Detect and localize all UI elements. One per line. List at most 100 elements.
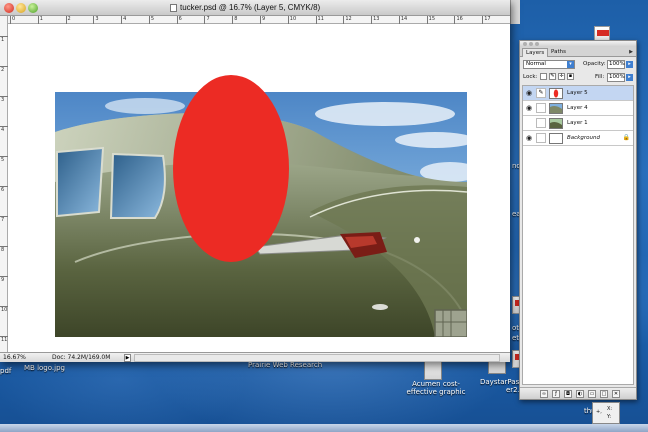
- window-edge: [510, 0, 520, 24]
- link-box[interactable]: [536, 118, 546, 128]
- ruler-tick-label: 11: [1, 337, 8, 343]
- ruler-tick-label: 9: [1, 277, 5, 283]
- lock-icon: 🔒: [622, 134, 630, 141]
- lock-image-checkbox[interactable]: ✎: [549, 73, 556, 80]
- palette-minimize-button[interactable]: [529, 42, 533, 46]
- layer-row[interactable]: ◉ ✎ Layer 5: [523, 86, 633, 101]
- ruler-tick-mark: [148, 16, 150, 24]
- eye-hidden-slot[interactable]: [524, 118, 534, 128]
- ruler-tick-mark: [204, 16, 206, 24]
- link-box[interactable]: [536, 133, 546, 143]
- palette-menu-icon[interactable]: ▶: [628, 49, 634, 55]
- tab-layers[interactable]: Layers: [522, 48, 549, 57]
- info-palette[interactable]: +, X: Y:: [592, 402, 620, 424]
- ruler-tick-label: 2: [1, 67, 5, 73]
- ruler-tick-label: 6: [178, 16, 182, 22]
- ruler-tick-mark: [343, 16, 345, 24]
- eye-icon[interactable]: ◉: [524, 88, 534, 98]
- fill-slider-arrow-icon[interactable]: ▸: [626, 74, 633, 81]
- trash-icon[interactable]: ✕: [612, 390, 620, 398]
- lock-label: Lock:: [523, 74, 538, 80]
- dock[interactable]: [0, 424, 648, 432]
- fill-field[interactable]: 100%: [607, 73, 625, 82]
- layer-row[interactable]: Layer 1: [523, 116, 633, 131]
- red-ellipse-layer[interactable]: [173, 75, 289, 262]
- window-title: tucker.psd @ 16.7% (Layer 5, CMYK/8): [180, 3, 321, 12]
- desktop-file-label[interactable]: pdf: [0, 367, 11, 375]
- palette-close-button[interactable]: [523, 42, 527, 46]
- new-layer-icon[interactable]: □: [600, 390, 608, 398]
- document-size-info: Doc: 74.2M/169.0M: [52, 354, 111, 361]
- minimize-window-button[interactable]: [16, 3, 26, 13]
- layers-list: ◉ ✎ Layer 5 ◉ Layer 4 Layer 1 ◉ Backgrou…: [522, 85, 634, 385]
- ruler-tick-label: 13: [373, 16, 380, 22]
- vertical-ruler[interactable]: 1 2 3 4 5 6 7 8 9 10 11: [0, 16, 8, 352]
- zoom-level-field[interactable]: 16.67%: [3, 354, 29, 362]
- desktop-file-label[interactable]: et: [512, 334, 519, 342]
- ruler-tick-label: 5: [150, 16, 155, 22]
- ruler-tick-mark: [93, 16, 95, 24]
- tab-paths[interactable]: Paths: [548, 48, 569, 57]
- ruler-tick-label: 11: [317, 16, 324, 22]
- desktop-file-label[interactable]: Prairie Web Research: [248, 361, 322, 369]
- status-menu-arrow[interactable]: ▶: [124, 354, 131, 362]
- zoom-window-button[interactable]: [28, 3, 38, 13]
- lock-position-checkbox[interactable]: ✛: [558, 73, 565, 80]
- ruler-tick-mark: [176, 16, 178, 24]
- lock-all-checkbox[interactable]: ▪: [567, 73, 574, 80]
- horizontal-ruler[interactable]: 0 1 2 3 4 5 6 7 8 9 10 11 12 13 14 15 16 17: [8, 16, 510, 24]
- brush-icon[interactable]: ✎: [536, 88, 546, 98]
- layer-row[interactable]: ◉ Background 🔒: [523, 131, 633, 146]
- link-box[interactable]: [536, 103, 546, 113]
- canvas-area[interactable]: [8, 24, 510, 352]
- ruler-tick-label: 2: [67, 16, 71, 22]
- layer-row[interactable]: ◉ Layer 4: [523, 101, 633, 116]
- ruler-tick-label: 1: [1, 37, 5, 43]
- document-proxy-icon[interactable]: [170, 4, 177, 12]
- ruler-tick-label: 4: [123, 16, 127, 22]
- ruler-tick-label: 1: [39, 16, 43, 22]
- ruler-tick-mark: [121, 16, 123, 24]
- adjustment-layer-icon[interactable]: ◐: [576, 390, 584, 398]
- link-layers-icon[interactable]: ∞: [540, 390, 548, 398]
- lock-transparency-checkbox[interactable]: [540, 73, 547, 80]
- layer-thumbnail: [549, 118, 563, 129]
- ruler-tick-label: 5: [1, 157, 5, 163]
- eye-icon[interactable]: ◉: [524, 133, 534, 143]
- horizontal-scrollbar[interactable]: [134, 354, 500, 362]
- ruler-tick-label: 3: [1, 97, 5, 103]
- opacity-field[interactable]: 100%: [607, 60, 625, 69]
- info-crosshair-label: +,: [596, 409, 602, 415]
- ruler-tick-label: 10: [1, 307, 8, 313]
- desktop-file-label[interactable]: ot: [512, 324, 519, 332]
- ruler-tick-mark: [65, 16, 67, 24]
- blend-mode-value: Normal: [526, 61, 546, 67]
- eye-icon[interactable]: ◉: [524, 103, 534, 113]
- window-titlebar[interactable]: tucker.psd @ 16.7% (Layer 5, CMYK/8): [0, 0, 510, 16]
- blend-mode-select[interactable]: Normal ▾: [523, 60, 575, 69]
- info-y-label: Y:: [607, 414, 612, 420]
- ruler-tick-label: 16: [456, 16, 463, 22]
- desktop-file-label[interactable]: DaystarPass er2.p: [480, 378, 524, 394]
- opacity-slider-arrow-icon[interactable]: ▸: [626, 61, 633, 68]
- ruler-tick-mark: [426, 16, 428, 24]
- layer-style-icon[interactable]: ƒ: [552, 390, 560, 398]
- ruler-tick-mark: [232, 16, 234, 24]
- palette-tabs: Layers Paths ▶: [520, 47, 636, 57]
- ruler-tick-label: 4: [1, 127, 5, 133]
- layer-name: Layer 5: [567, 90, 588, 96]
- opacity-label: Opacity:: [583, 61, 606, 67]
- layer-name: Background: [567, 135, 600, 141]
- add-mask-icon[interactable]: ◘: [564, 390, 572, 398]
- new-group-icon[interactable]: ▭: [588, 390, 596, 398]
- desktop-file-label-line2: er2.p: [506, 386, 525, 394]
- palette-zoom-button[interactable]: [535, 42, 539, 46]
- desktop-file-label[interactable]: Acumen cost- effective graphic: [404, 380, 468, 396]
- layer-thumbnail: [549, 88, 563, 99]
- fill-label: Fill:: [595, 74, 605, 80]
- desktop-file-label[interactable]: MB logo.jpg: [24, 364, 65, 372]
- close-window-button[interactable]: [4, 3, 14, 13]
- ruler-tick-mark: [260, 16, 261, 24]
- layer-name: Layer 1: [567, 120, 588, 126]
- ruler-tick-label: 14: [400, 16, 408, 22]
